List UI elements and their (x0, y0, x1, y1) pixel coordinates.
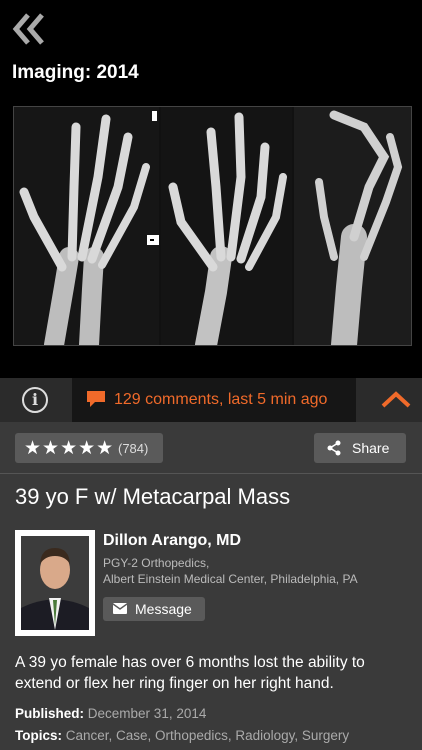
share-button[interactable]: Share (314, 433, 406, 463)
message-label: Message (135, 601, 192, 617)
double-chevron-left-icon (12, 13, 44, 45)
published-label: Published: (15, 706, 85, 721)
xray-image[interactable] (13, 106, 412, 346)
chevron-up-icon (381, 391, 411, 408)
xray-lateral-view (294, 107, 411, 345)
topics-list[interactable]: Cancer, Case, Orthopedics, Radiology, Su… (66, 728, 349, 743)
message-button[interactable]: Message (103, 597, 205, 621)
comments-link[interactable]: 129 comments, last 5 min ago (72, 378, 356, 422)
image-header: Imaging: 2014 (0, 0, 422, 378)
topics-label: Topics: (15, 728, 62, 743)
published-row: Published: December 31, 2014 (15, 706, 206, 721)
share-label: Share (352, 440, 390, 456)
speech-bubble-icon (87, 391, 105, 407)
author-avatar[interactable] (15, 530, 95, 636)
comments-count-text: 129 comments, last 5 min ago (114, 391, 328, 408)
xray-ap-view (14, 107, 159, 345)
share-icon (327, 440, 341, 456)
topics-row: Topics: Cancer, Case, Orthopedics, Radio… (15, 728, 349, 743)
star-rating: ★★★★★ (24, 438, 115, 459)
published-date: December 31, 2014 (87, 706, 207, 721)
info-icon: i (31, 390, 39, 409)
xray-oblique-view (161, 107, 292, 345)
envelope-icon (113, 603, 127, 614)
author-institution: Albert Einstein Medical Center, Philadel… (103, 572, 358, 586)
avatar (21, 536, 89, 630)
collapse-button[interactable] (381, 390, 411, 415)
case-description: A 39 yo female has over 6 months lost th… (15, 654, 365, 692)
author-role: PGY-2 Orthopedics, (103, 556, 210, 570)
author-name[interactable]: Dillon Arango, MD (103, 532, 241, 550)
divider (0, 473, 422, 474)
rating-count: (784) (118, 441, 149, 456)
case-title: 39 yo F w/ Metacarpal Mass (15, 484, 291, 509)
info-button[interactable]: i (22, 387, 48, 413)
back-button[interactable] (10, 12, 46, 46)
case-details: ★★★★★ (784) Share 39 yo F w/ Metacarpal … (0, 422, 422, 750)
rating-button[interactable]: ★★★★★ (784) (15, 433, 163, 463)
comments-toolbar: i 129 comments, last 5 min ago (0, 378, 422, 422)
page-title: Imaging: 2014 (12, 62, 139, 83)
